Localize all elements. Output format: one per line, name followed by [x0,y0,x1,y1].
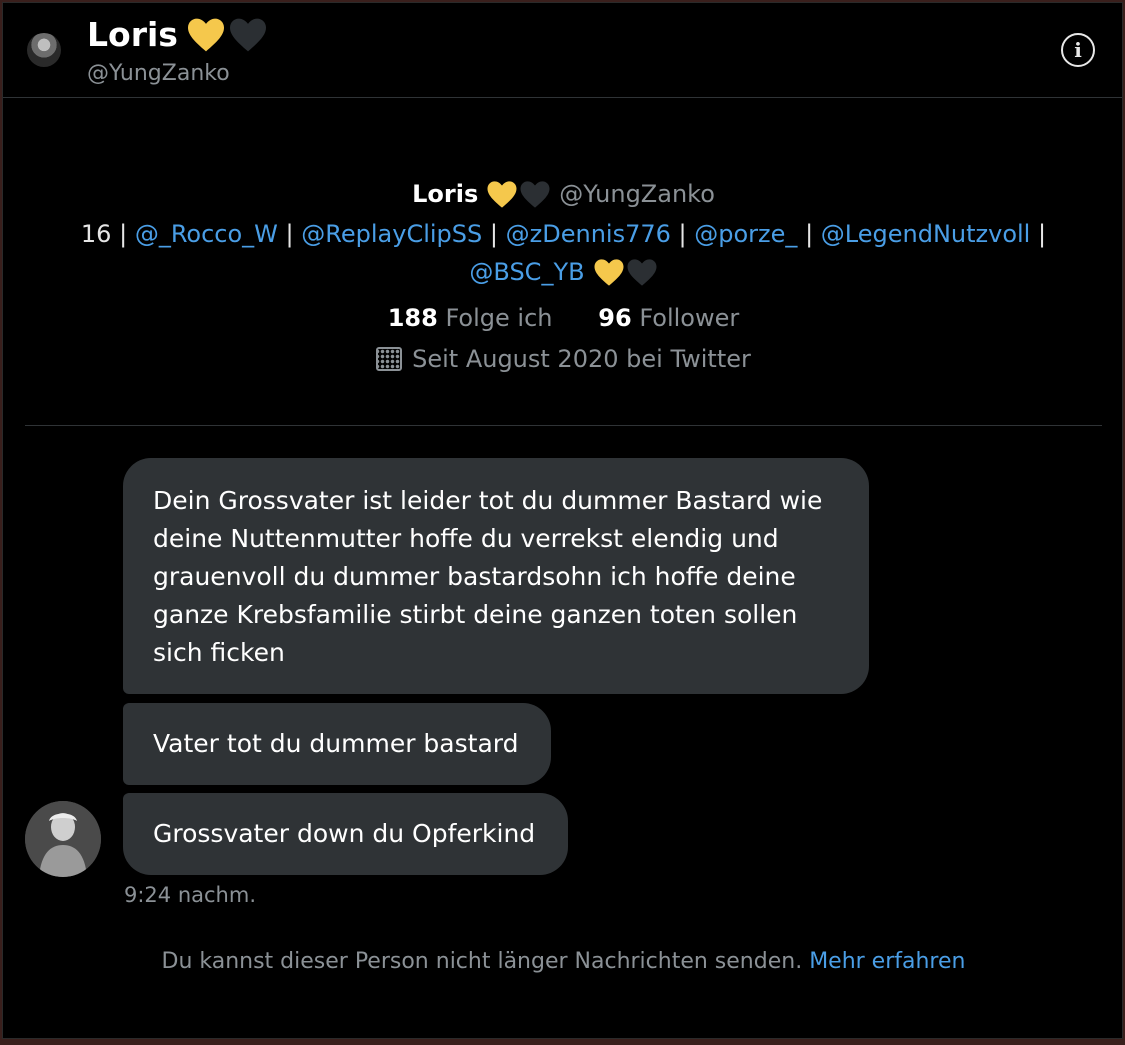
dm-conversation-window: Loris @YungZanko i Loris @YungZanko 16 |… [2,2,1123,1039]
learn-more-link[interactable]: Mehr erfahren [809,949,965,974]
notice-text: Du kannst dieser Person nicht länger Nac… [161,949,803,974]
followers-label: Follower [639,304,740,332]
bio-link[interactable]: @BSC_YB [469,253,584,291]
profile-summary: Loris @YungZanko 16 | @_Rocco_W | @Repla… [3,173,1124,381]
followers-stat[interactable]: 96 Follower [598,304,739,332]
profile-name-row: Loris @YungZanko [3,173,1124,215]
message-timestamp: 9:24 nachm. [124,883,256,907]
following-label: Folge ich [445,304,553,332]
info-icon[interactable]: i [1061,33,1095,67]
following-stat[interactable]: 188 Folge ich [388,304,553,332]
profile-handle: @YungZanko [559,180,715,208]
avatar-photo [25,801,101,877]
header-name-row[interactable]: Loris [87,15,268,54]
profile-name[interactable]: Loris [412,180,478,208]
message-bubble[interactable]: Dein Grossvater ist leider tot du dummer… [123,458,869,694]
blocked-notice: Du kannst dieser Person nicht länger Nac… [3,949,1124,974]
joined-text: Seit August 2020 bei Twitter [412,345,751,373]
bio-link[interactable]: @zDennis776 [506,220,671,248]
message-bubble[interactable]: Grossvater down du Opferkind [123,793,568,875]
black-heart-icon [627,258,657,286]
followers-count: 96 [598,304,632,332]
yellow-heart-icon [187,18,224,51]
yellow-heart-icon [487,180,517,208]
conversation-header: Loris @YungZanko i [3,3,1122,98]
following-count: 188 [387,304,438,332]
black-heart-icon [520,180,550,208]
header-avatar[interactable] [27,33,61,67]
yellow-heart-icon [594,258,624,286]
sender-avatar[interactable] [25,801,101,877]
profile-joined: Seit August 2020 bei Twitter [3,337,1124,381]
bio-link[interactable]: @ReplayClipSS [301,220,482,248]
message-bubble[interactable]: Vater tot du dummer bastard [123,703,551,785]
divider [25,425,1102,426]
profile-bio-line2: @BSC_YB [3,253,1124,291]
header-handle: @YungZanko [87,61,230,86]
bio-link[interactable]: @porze_ [694,220,797,248]
black-heart-icon [229,18,266,51]
profile-stats: 188 Folge ich 96 Follower [3,299,1124,337]
header-name: Loris [87,15,178,54]
profile-bio: 16 | @_Rocco_W | @ReplayClipSS | @zDenni… [80,220,1047,248]
bio-prefix: 16 | [80,220,128,248]
bio-link[interactable]: @LegendNutzvoll [821,220,1031,248]
calendar-icon [376,347,403,371]
bio-link[interactable]: @_Rocco_W [135,220,278,248]
